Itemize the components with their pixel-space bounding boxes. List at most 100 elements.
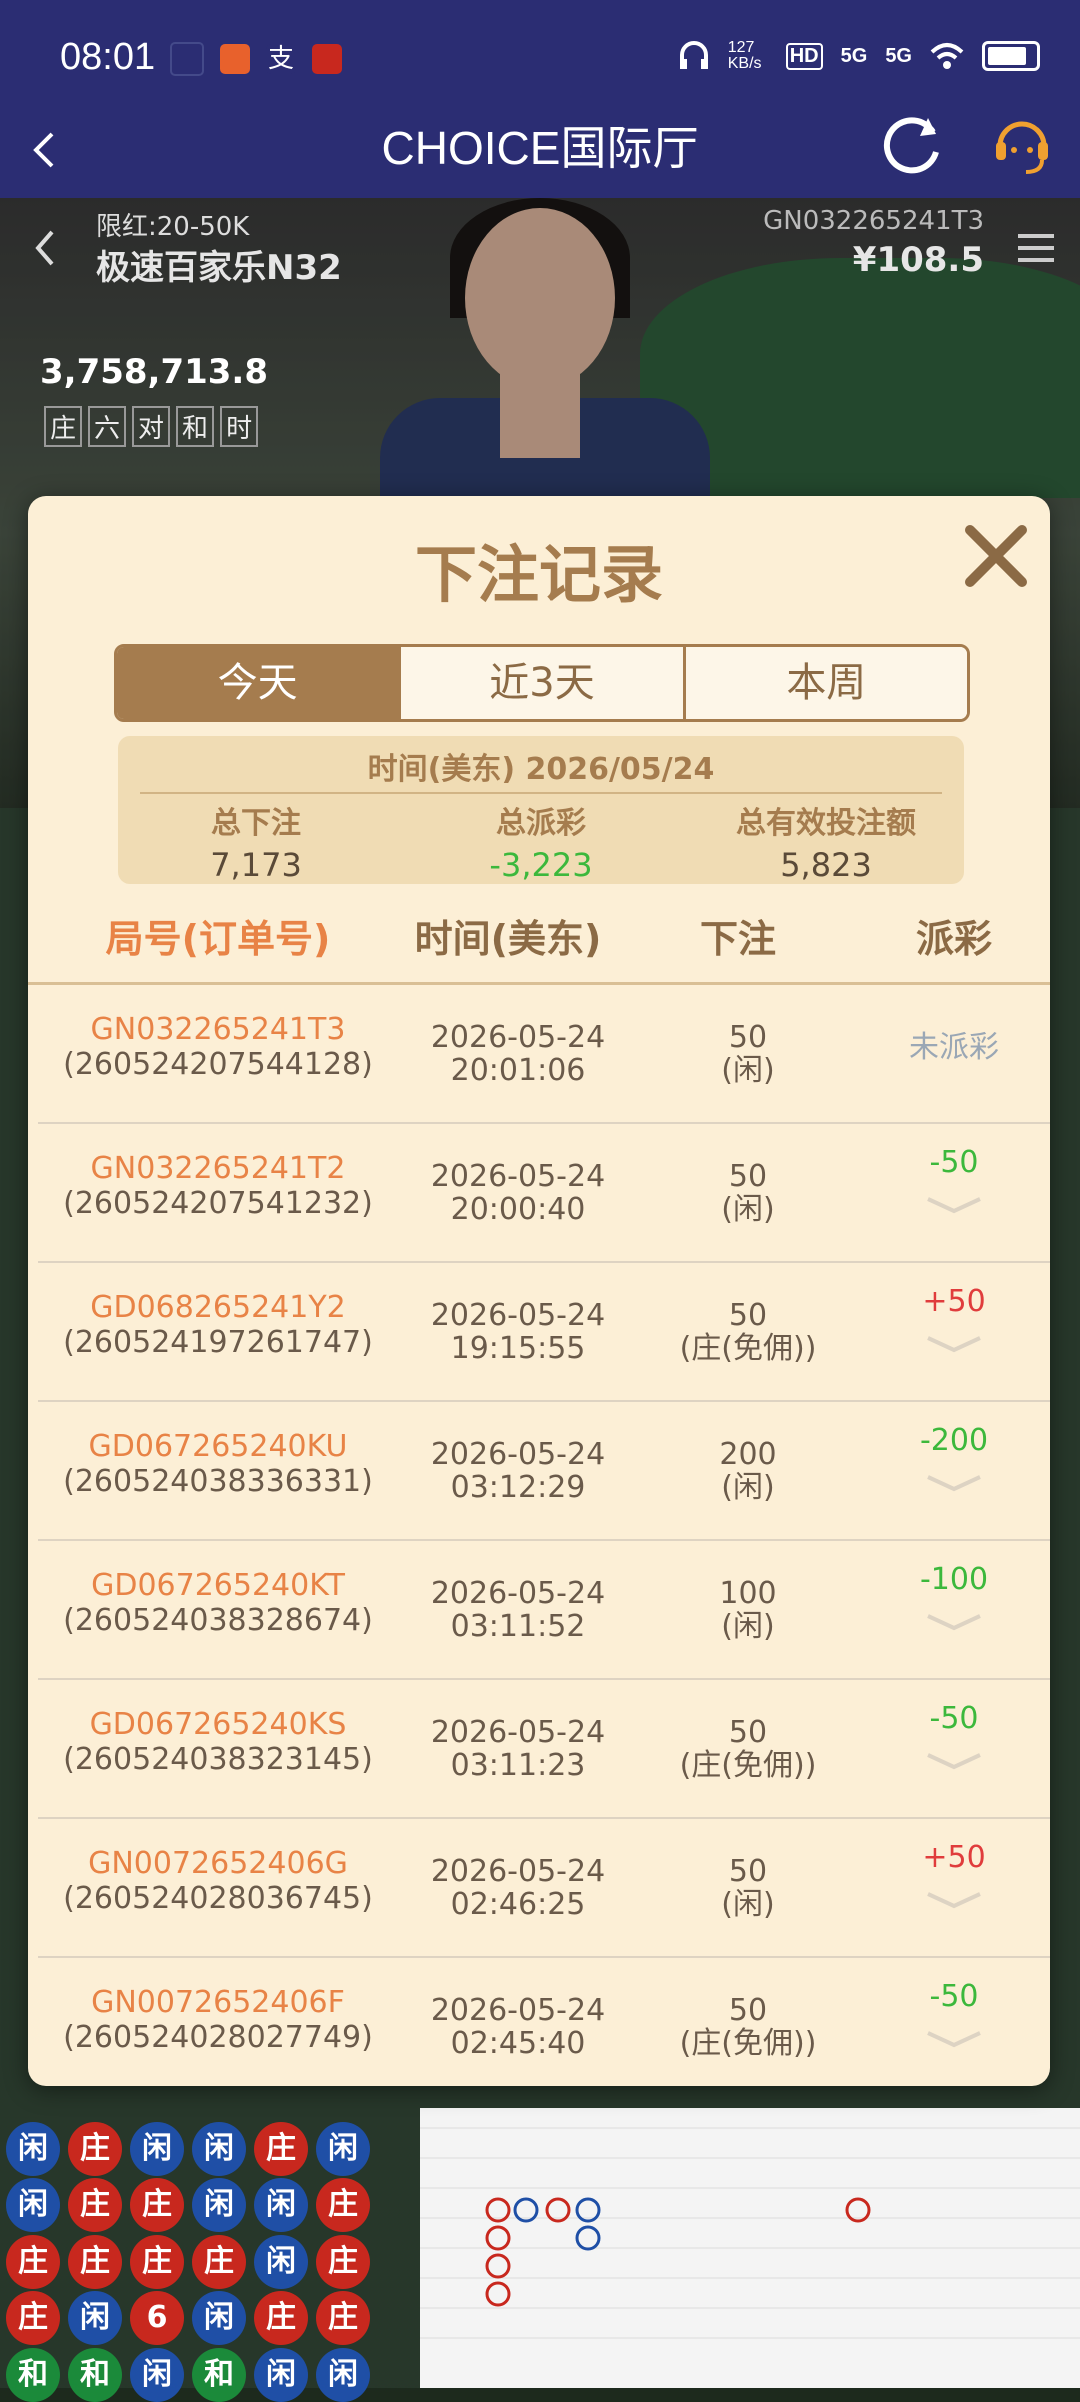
bet-value: 200 [719, 1437, 777, 1472]
video-back-icon[interactable] [30, 226, 60, 270]
table-row[interactable]: GN0072652406G (260524028036745) 2026-05-2… [38, 1819, 1050, 1958]
payout-value: -50 [929, 1145, 979, 1180]
hd-icon: HD [785, 42, 823, 70]
payout-value: +50 [922, 1284, 986, 1319]
road-bead: 和 [192, 2347, 246, 2402]
chevron-down-icon[interactable] [924, 1751, 984, 1771]
tag[interactable]: 对 [132, 406, 171, 447]
total-valid: 总有效投注额 5,823 [696, 798, 956, 884]
chevron-down-icon[interactable] [924, 1195, 984, 1215]
road-bead: 和 [68, 2347, 122, 2402]
table-row[interactable]: GN0072652406F (260524028027749) 2026-05-2… [38, 1958, 1050, 2086]
bet-side: (闲) [721, 1887, 775, 1922]
pool-amount: 3,758,713.8 [40, 352, 269, 392]
tag[interactable]: 六 [88, 406, 127, 447]
road-bead: 庄 [68, 2234, 122, 2289]
round-id[interactable]: GN0072652406F (260524028027749) [38, 1986, 398, 2054]
bet-date: 2026-05-24 [430, 1020, 606, 1055]
round-code: GN032265241T3 [90, 1012, 346, 1047]
bet-side: (闲) [721, 1609, 775, 1644]
support-icon[interactable] [990, 112, 1054, 182]
bet-clock: 03:12:29 [450, 1470, 586, 1505]
bet-clock: 20:00:40 [450, 1192, 586, 1227]
app-icon [170, 42, 204, 76]
road-bead: 闲 [316, 2122, 370, 2176]
order-no: (260524197261747) [63, 1325, 373, 1360]
table-row[interactable]: GN032265241T3 (260524207544128) 2026-05-2… [38, 985, 1050, 1124]
road-bead: 闲 [6, 2178, 60, 2233]
tab-week[interactable]: 本周 [682, 647, 967, 719]
round-id[interactable]: GD067265240KT (260524038328674) [38, 1569, 398, 1637]
bet-value: 100 [719, 1576, 777, 1611]
table-row[interactable]: GD067265240KT (260524038328674) 2026-05-2… [38, 1541, 1050, 1680]
system-icons: 127 KB/s HD 5G 5G [678, 40, 1040, 72]
menu-icon[interactable] [1016, 228, 1056, 268]
bet-value: 50 [728, 1854, 768, 1889]
bet-value: 50 [728, 1020, 768, 1055]
battery-icon [982, 41, 1040, 71]
bet-time: 2026-05-24 03:11:23 [398, 1716, 638, 1782]
round-code: GD067265240KS [89, 1707, 347, 1742]
tab-3days[interactable]: 近3天 [398, 647, 683, 719]
bet-value: 50 [728, 1159, 768, 1194]
round-id[interactable]: GD067265240KS (260524038323145) [38, 1708, 398, 1776]
road-bead: 闲 [316, 2347, 370, 2402]
close-icon[interactable] [956, 516, 1036, 596]
order-no: (260524038336331) [63, 1464, 373, 1499]
payout: +50 [858, 1285, 1050, 1354]
table-row[interactable]: GN032265241T2 (260524207541232) 2026-05-2… [38, 1124, 1050, 1263]
col-bet: 下注 [699, 917, 776, 961]
total-payout-label: 总派彩 [496, 806, 586, 841]
table-row[interactable]: GD067265240KS (260524038323145) 2026-05-2… [38, 1680, 1050, 1819]
bet-limit: 限红:20-50K [96, 212, 250, 242]
round-code: GD067265240KT [91, 1568, 345, 1603]
bet-side: (闲) [721, 1192, 775, 1227]
bet-date: 2026-05-24 [430, 1993, 606, 2028]
refresh-icon[interactable] [878, 110, 948, 180]
payout: +50 [858, 1841, 1050, 1910]
table-row[interactable]: GD068265241Y2 (260524197261747) 2026-05-2… [38, 1263, 1050, 1402]
bet-time: 2026-05-24 03:11:52 [398, 1577, 638, 1643]
chevron-down-icon[interactable] [924, 2029, 984, 2049]
round-id[interactable]: GD067265240KU (260524038336331) [38, 1430, 398, 1498]
bet-amount: 50 (庄(免佣)) [638, 1994, 858, 2060]
chevron-down-icon[interactable] [924, 1890, 984, 1910]
bet-amount: 50 (闲) [638, 1021, 858, 1087]
road-bead: 和 [6, 2347, 60, 2402]
order-no: (260524028036745) [63, 1881, 373, 1916]
payout: 未派彩 [909, 1030, 999, 1065]
road-bead: 闲 [254, 2234, 308, 2289]
tab-today[interactable]: 今天 [117, 647, 399, 719]
bet-side: (庄(免佣)) [679, 1748, 817, 1783]
round-id[interactable]: GN032265241T3 (260524207544128) [38, 1013, 398, 1081]
road-bead: 庄 [316, 2234, 370, 2289]
table-row[interactable]: GD067265240KU (260524038336331) 2026-05-2… [38, 1402, 1050, 1541]
payout: -50 [858, 1980, 1050, 2049]
bet-side: (闲) [721, 1053, 775, 1088]
round-id[interactable]: GN0072652406G (260524028036745) [38, 1847, 398, 1915]
chevron-down-icon[interactable] [924, 1473, 984, 1493]
bet-record-dialog: 下注记录 今天 近3天 本周 时间(美东) 2026/05/24 总下注 7,1… [28, 496, 1050, 2086]
round-id[interactable]: GN032265241T2 (260524207541232) [38, 1152, 398, 1220]
bet-time: 2026-05-24 20:01:06 [398, 1021, 638, 1087]
round-id[interactable]: GD068265241Y2 (260524197261747) [38, 1291, 398, 1359]
tag[interactable]: 和 [176, 406, 215, 447]
total-bet: 总下注 7,173 [126, 798, 386, 884]
road-grid [420, 2127, 1080, 2339]
bet-side: (闲) [721, 1470, 775, 1505]
tag[interactable]: 庄 [44, 406, 83, 447]
bet-tags: 庄 六 对 和 时 [44, 406, 259, 447]
tag[interactable]: 时 [220, 406, 259, 447]
bet-date: 2026-05-24 [430, 1437, 606, 1472]
status-bar: 08:01 支 127 KB/s HD 5G 5G [0, 0, 1080, 118]
bank-icon [312, 44, 342, 74]
payout-value: +50 [922, 1840, 986, 1875]
round-code: GD068265241Y2 [90, 1290, 346, 1325]
record-list: GN032265241T3 (260524207544128) 2026-05-2… [28, 985, 1050, 2086]
status-time: 08:01 [60, 36, 156, 78]
chevron-down-icon[interactable] [924, 1334, 984, 1354]
road-bead: 庄 [6, 2291, 60, 2346]
payout-value: -50 [929, 1701, 979, 1736]
road-bead: 庄 [316, 2178, 370, 2233]
chevron-down-icon[interactable] [924, 1612, 984, 1632]
